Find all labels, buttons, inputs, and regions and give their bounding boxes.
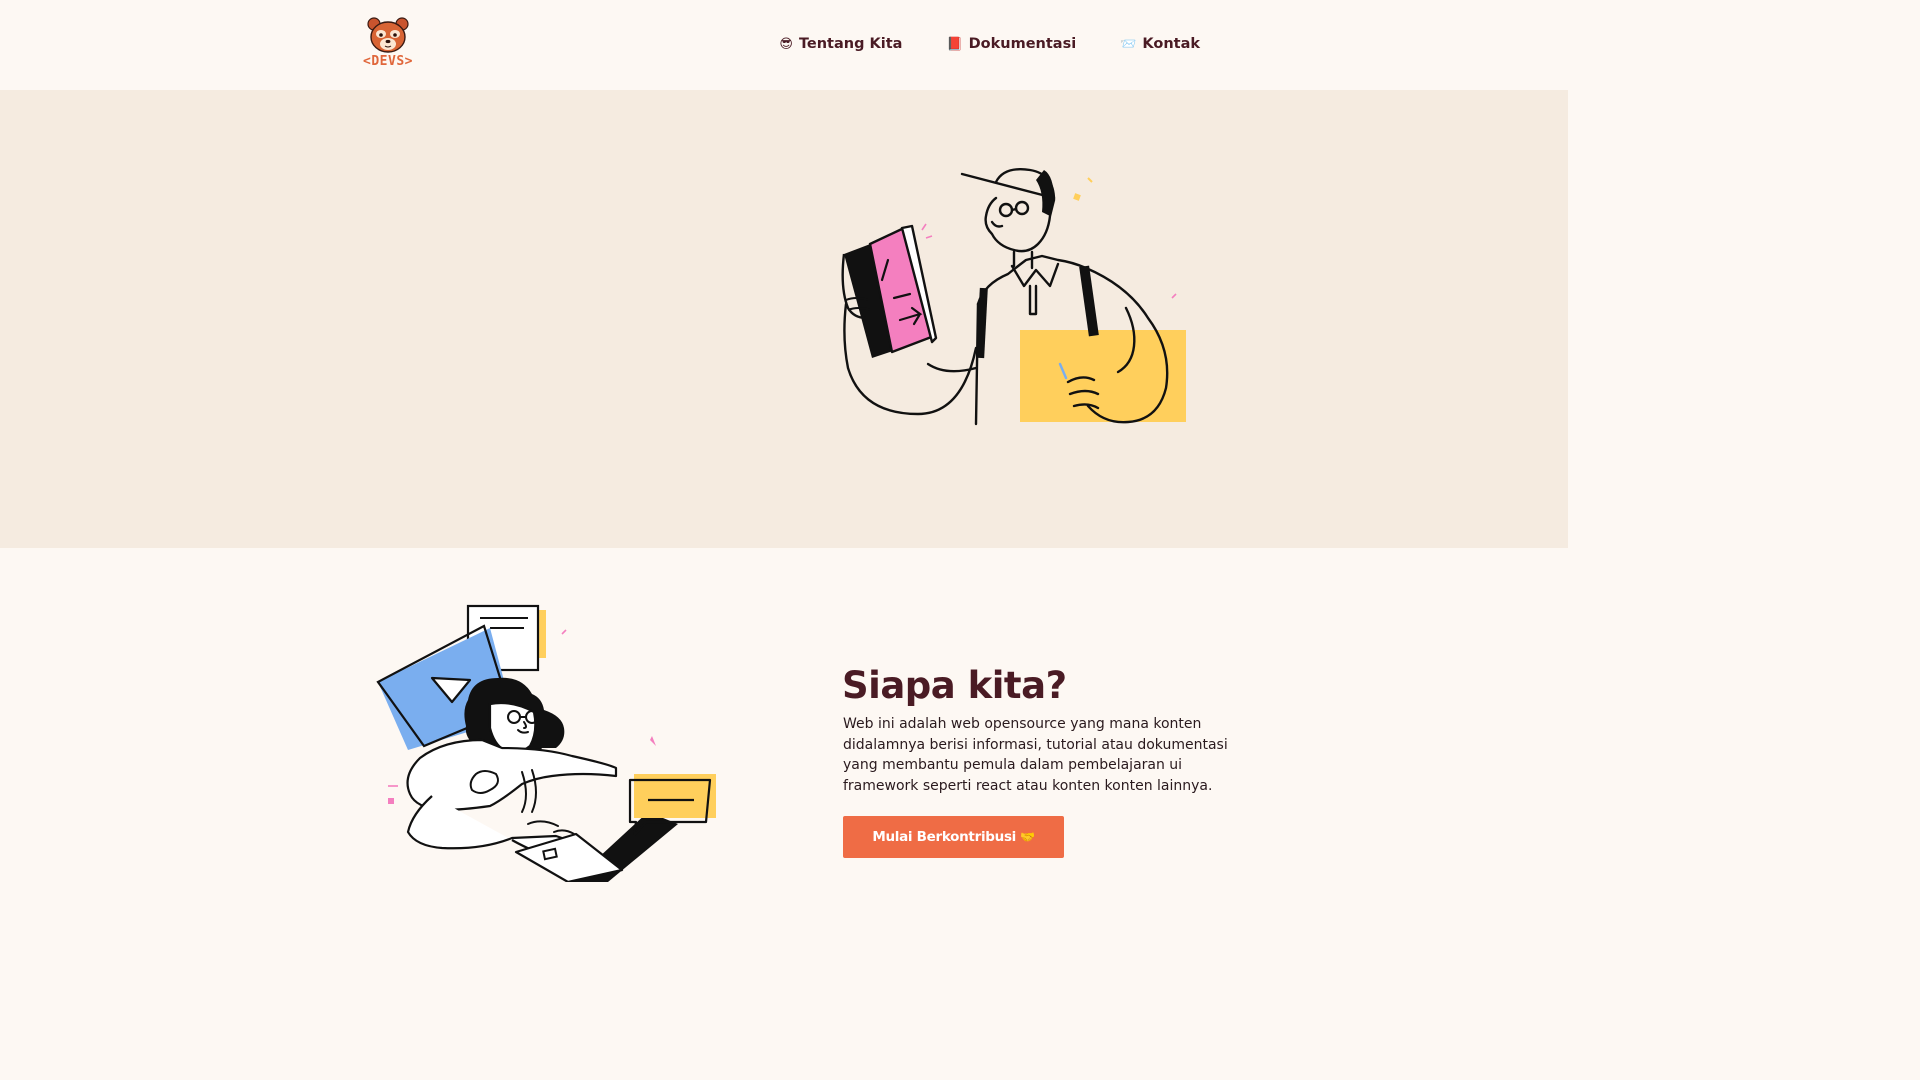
button-label: Mulai Berkontribusi [872, 829, 1017, 845]
main-nav: 😎 Tentang Kita 📕 Dokumentasi 📨 Kontak [779, 36, 1200, 52]
hero-section [0, 90, 1568, 548]
nav-kontak[interactable]: 📨 Kontak [1120, 36, 1200, 52]
book-icon: 📕 [946, 36, 963, 52]
logo-link[interactable]: <DEVS> [356, 16, 420, 74]
envelope-icon: 📨 [1120, 36, 1137, 52]
nav-dokumentasi[interactable]: 📕 Dokumentasi [946, 36, 1076, 52]
woman-laptop-illustration [376, 604, 716, 882]
start-contributing-button[interactable]: Mulai Berkontribusi 🤝 [843, 816, 1064, 858]
nav-label: Kontak [1142, 36, 1200, 52]
logo-text: <DEVS> [363, 54, 413, 69]
nav-tentang-kita[interactable]: 😎 Tentang Kita [779, 36, 902, 52]
handshake-icon: 🤝 [1020, 830, 1035, 844]
man-reading-illustration [841, 168, 1186, 426]
red-panda-icon [367, 17, 409, 53]
about-description: Web ini adalah web opensource yang mana … [843, 716, 1228, 794]
nav-label: Dokumentasi [968, 36, 1077, 52]
nav-label: Tentang Kita [798, 36, 903, 52]
site-header: <DEVS> 😎 Tentang Kita 📕 Dokumentasi 📨 Ko… [0, 0, 1568, 90]
sunglasses-face-icon: 😎 [779, 36, 793, 52]
about-title: Siapa kita? [842, 664, 1067, 707]
about-section: Siapa kita? Web ini adalah web opensourc… [0, 548, 1568, 882]
